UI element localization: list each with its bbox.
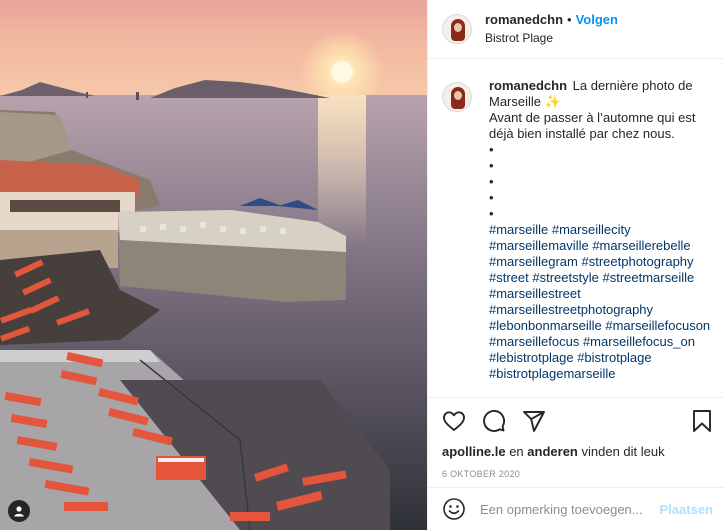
- hashtag-link[interactable]: #marseillerebelle: [592, 238, 690, 253]
- hashtag-link[interactable]: #marseillestreetphotography: [489, 302, 653, 317]
- caption-body: romanedchn La dernière photo de Marseill…: [489, 78, 713, 396]
- caption-author-avatar[interactable]: [442, 82, 472, 112]
- caption-bullets: • • • • •: [489, 142, 713, 222]
- post-header-text: romanedchn • Volgen Bistrot Plage: [485, 11, 618, 47]
- likes-summary: apolline.le en anderen vinden dit leuk: [442, 443, 713, 461]
- post-header: romanedchn • Volgen Bistrot Plage: [428, 0, 724, 59]
- hashtag-link[interactable]: #marseillestreet: [489, 286, 581, 301]
- hashtag-link[interactable]: #marseillecity: [552, 222, 631, 237]
- comment-box: Plaatsen: [428, 487, 724, 530]
- comment-input[interactable]: [480, 501, 660, 517]
- likes-user-link[interactable]: apolline.le: [442, 444, 506, 459]
- tagged-user-icon[interactable]: [8, 500, 30, 522]
- hashtag-link[interactable]: #marseille: [489, 222, 548, 237]
- bullet: •: [489, 142, 494, 157]
- hashtag-link[interactable]: #streetphotography: [582, 254, 694, 269]
- hashtag-link[interactable]: #marseillefocus_on: [583, 334, 695, 349]
- separator-dot: •: [567, 12, 572, 27]
- location-link[interactable]: Bistrot Plage: [485, 29, 618, 47]
- likes-and: en: [509, 444, 524, 459]
- likes-others-link[interactable]: anderen: [527, 444, 578, 459]
- hashtag-list: #marseille #marseillecity #marseillemavi…: [489, 222, 713, 382]
- hashtag-link[interactable]: #streetstyle: [532, 270, 598, 285]
- post-date[interactable]: 6 OKTOBER 2020: [442, 469, 713, 479]
- hashtag-link[interactable]: #marseillemaville: [489, 238, 589, 253]
- hashtag-link[interactable]: #lebistrotplage: [489, 350, 574, 365]
- caption-line-2: Avant de passer à l’automne qui est déjà…: [489, 110, 696, 141]
- caption: romanedchn La dernière photo de Marseill…: [428, 60, 724, 396]
- bullet: •: [489, 206, 494, 221]
- hashtag-link[interactable]: #street: [489, 270, 529, 285]
- hashtag-link[interactable]: #bistrotplagemarseille: [489, 366, 615, 381]
- bullet: •: [489, 190, 494, 205]
- hashtag-link[interactable]: #marseillefocus: [489, 334, 579, 349]
- hashtag-link[interactable]: #bistrotplage: [577, 350, 651, 365]
- sunset-harbour-image: [0, 0, 427, 530]
- post-photo[interactable]: [0, 0, 427, 530]
- share-icon[interactable]: [522, 409, 546, 433]
- caption-username[interactable]: romanedchn: [489, 78, 567, 93]
- bullet: •: [489, 158, 494, 173]
- likes-suffix: vinden dit leuk: [581, 444, 665, 459]
- hashtag-link[interactable]: #streetmarseille: [602, 270, 694, 285]
- author-avatar[interactable]: [442, 14, 472, 44]
- emoji-icon[interactable]: [442, 497, 466, 521]
- post-side-panel: romanedchn • Volgen Bistrot Plage romane…: [427, 0, 724, 530]
- post-actions: apolline.le en anderen vinden dit leuk 6…: [428, 397, 724, 479]
- post-comment-button[interactable]: Plaatsen: [660, 502, 713, 517]
- bullet: •: [489, 174, 494, 189]
- instagram-post: romanedchn • Volgen Bistrot Plage romane…: [0, 0, 724, 530]
- hashtag-link[interactable]: #marseillegram: [489, 254, 578, 269]
- heart-icon[interactable]: [442, 409, 466, 433]
- action-icons: [442, 408, 713, 434]
- hashtag-link[interactable]: #marseillefocuson: [605, 318, 710, 333]
- author-username[interactable]: romanedchn: [485, 11, 563, 29]
- follow-button[interactable]: Volgen: [576, 11, 618, 29]
- comment-icon[interactable]: [482, 409, 506, 433]
- hashtag-link[interactable]: #lebonbonmarseille: [489, 318, 602, 333]
- bookmark-icon[interactable]: [691, 409, 713, 433]
